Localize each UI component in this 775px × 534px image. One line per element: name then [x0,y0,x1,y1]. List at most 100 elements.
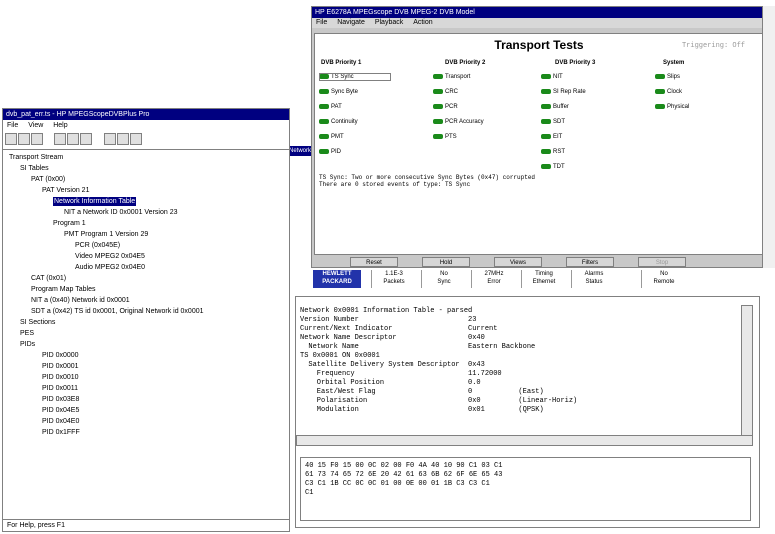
tree-node[interactable]: PID 0x03E8 [42,395,79,404]
transport-tests-window: HP E6278A MPEGscope DVB MPEG-2 DVB Model… [311,6,775,268]
test-transport[interactable]: Transport [433,73,470,82]
menu-file[interactable]: File [7,122,18,129]
test-pcr-accuracy[interactable]: PCR Accuracy [433,118,484,127]
stream-tree: Transport Stream SI Tables PAT (0x00) PAT V… [3,149,289,519]
parsed-row: Current/Next Indicator Current [300,325,498,333]
menu-action[interactable]: Action [413,19,432,26]
test-crc[interactable]: CRC [433,88,458,97]
test-sdt[interactable]: SDT [541,118,565,127]
tree-node[interactable]: Network Information Table [53,197,137,206]
parsed-row: Satellite Delivery System Descriptor 0x4… [300,361,485,369]
menu-help[interactable]: Help [53,122,67,129]
paste-icon[interactable] [80,133,93,145]
test-buffer[interactable]: Buffer [541,103,569,112]
parsed-row: Network Name Eastern Backbone [300,343,536,351]
tree-node[interactable]: Transport Stream [9,153,63,162]
copy-icon[interactable] [67,133,80,145]
save-icon[interactable] [31,133,43,145]
counter-remote: No Remote [641,270,686,288]
test-pmt[interactable]: PMT [319,133,344,142]
tree-node[interactable]: SDT a (0x42) TS id 0x0001, Original Netw… [31,307,204,316]
tree-node[interactable]: PCR (0x045E) [75,241,120,250]
pass-led-icon [541,133,551,139]
vertical-scrollbar[interactable] [741,305,753,437]
test-eit[interactable]: EIT [541,133,562,142]
menu-file[interactable]: File [316,19,327,26]
parsed-row: Frequency 11.72000 [300,370,502,378]
event-message-line2: There are 0 stored events of type: TS Sy… [319,181,471,188]
parsed-row: East/West Flag 0 (East) [300,388,544,396]
test-nit[interactable]: NIT [541,73,563,82]
pass-led-icon [541,73,551,79]
menu-navigate[interactable]: Navigate [337,19,365,26]
test-pcr[interactable]: PCR [433,103,458,112]
counter-alarms: Alarms Status [571,270,616,288]
tree-node[interactable]: PIDs [20,340,35,349]
views-button[interactable]: Views [494,257,542,267]
hold-button[interactable]: Hold [422,257,470,267]
tree-node[interactable]: PID 0x04E0 [42,417,79,426]
event-message-line1: TS Sync: Two or more consecutive Sync By… [319,174,536,181]
tree-node[interactable]: PMT Program 1 Version 29 [64,230,148,239]
test-clock[interactable]: Clock [655,88,682,97]
parsed-row: Version Number 23 [300,316,477,324]
filters-button[interactable]: Filters [566,257,614,267]
left-menubar: File View Help [3,121,289,131]
tree-node[interactable]: PID 0x0000 [42,351,79,360]
tree-node[interactable]: PAT (0x00) [31,175,65,184]
about-icon[interactable] [116,133,129,145]
test-pid[interactable]: PID [319,148,341,157]
test-continuity[interactable]: Continuity [319,118,358,127]
test-si-rep-rate[interactable]: SI Rep Rate [541,88,586,97]
tree-node[interactable]: PES [20,329,34,338]
horizontal-scrollbar[interactable] [296,435,753,446]
test-rst[interactable]: RST [541,148,565,157]
cut-icon[interactable] [54,133,67,145]
tree-node[interactable]: PID 0x0001 [42,362,79,371]
test-sync-byte[interactable]: Sync Byte [319,88,358,97]
stop-button[interactable]: Stop [638,257,686,267]
counter-clock-error: 27MHz Error [471,270,516,288]
menu-playback[interactable]: Playback [375,19,403,26]
tree-node[interactable]: Program 1 [53,219,86,228]
tree-node[interactable]: Audio MPEG2 0x04E0 [75,263,145,272]
tree-node[interactable]: PID 0x0010 [42,373,79,382]
tree-node[interactable]: NIT a Network ID 0x0001 Version 23 [64,208,177,217]
stream-tree-window: dvb_pat_err.ts - HP MPEGScopeDVBPlus Pro… [2,108,290,532]
test-tdt[interactable]: TDT [541,163,565,172]
tree-node[interactable]: Video MPEG2 0x04E5 [75,252,145,261]
test-physical[interactable]: Physical [655,103,689,112]
counter-packets: 1.1E-3 Packets [371,270,416,288]
tree-node[interactable]: PID 0x04E5 [42,406,79,415]
counter-timing: Timing Ethernet [521,270,566,288]
tree-node[interactable]: NIT a (0x40) Network id 0x0001 [31,296,130,305]
reset-button[interactable]: Reset [350,257,398,267]
pass-led-icon [433,133,443,139]
tree-node[interactable]: PID 0x1FFF [42,428,80,437]
tree-node[interactable]: PAT Version 21 [42,186,89,195]
tree-node[interactable]: PID 0x0011 [42,384,78,393]
test-pat[interactable]: PAT [319,103,342,112]
pass-led-icon [541,88,551,94]
parsed-row: Network 0x0001 Information Table - parse… [300,307,473,315]
pass-led-icon [541,118,551,124]
tree-node[interactable]: CAT (0x01) [31,274,66,283]
event-message-area: TS Sync: Two or more consecutive Sync By… [319,174,535,188]
network-tab[interactable]: Network [289,146,311,156]
open-icon[interactable] [18,133,30,145]
counter-sync: No Sync [421,270,466,288]
tree-node[interactable]: Program Map Tables [31,285,95,294]
tree-node[interactable]: SI Tables [20,164,49,173]
pass-led-icon [433,73,443,79]
right-edge-panel [762,6,775,268]
tree-node[interactable]: SI Sections [20,318,55,327]
menu-view[interactable]: View [28,122,43,129]
print-icon[interactable] [103,133,116,145]
test-slips[interactable]: Slips [655,73,680,82]
left-window-title: dvb_pat_err.ts - HP MPEGScopeDVBPlus Pro [3,109,289,120]
new-icon[interactable] [5,133,17,145]
test-ts-sync[interactable]: TS Sync [319,73,391,82]
pass-led-icon [655,73,665,79]
help-icon[interactable] [129,133,142,145]
test-pts[interactable]: PTS [433,133,457,142]
